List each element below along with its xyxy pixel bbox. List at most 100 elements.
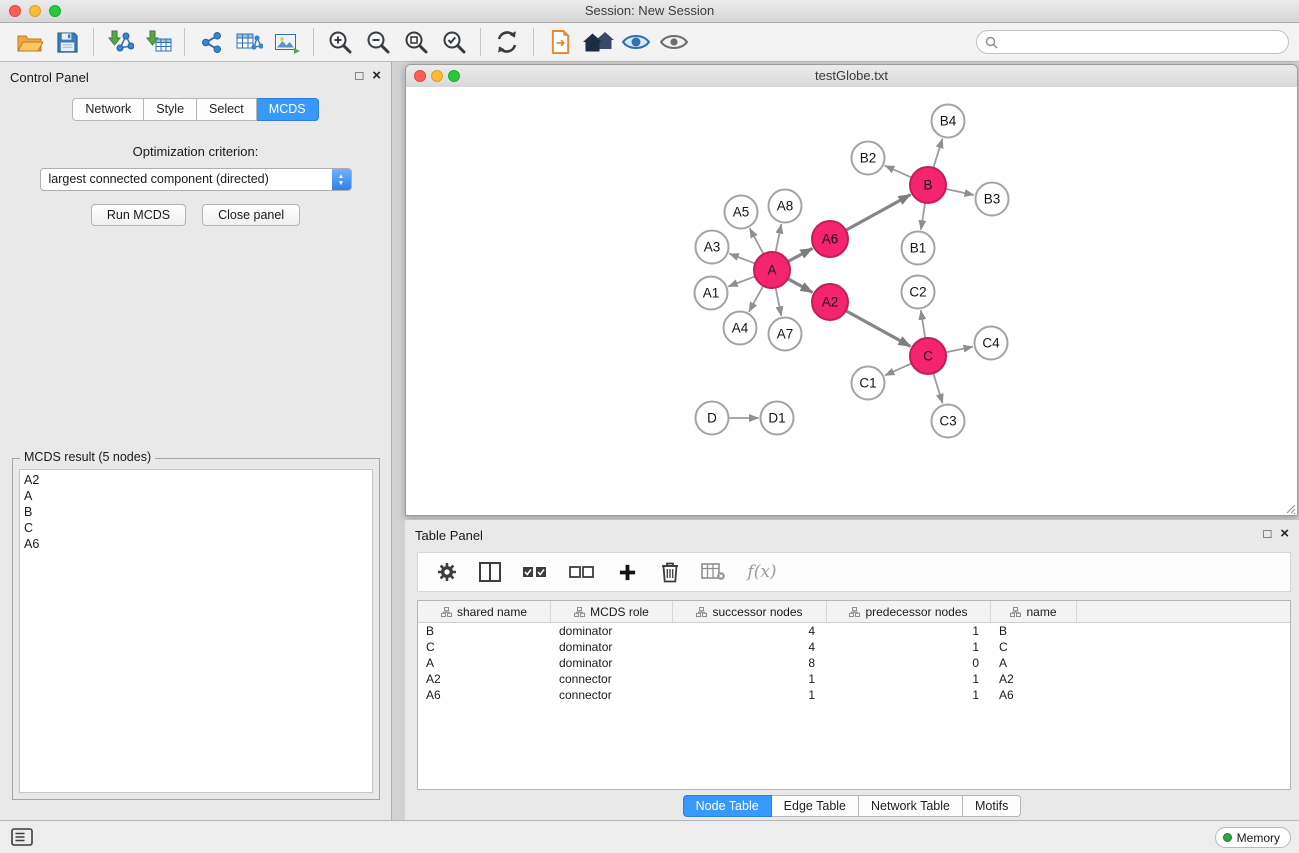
home-button[interactable]: [579, 26, 617, 58]
table-row[interactable]: A6connector11A6: [418, 687, 1290, 703]
new-network-button[interactable]: [192, 26, 230, 58]
tab-motifs[interactable]: Motifs: [963, 795, 1021, 817]
zoom-fit-button[interactable]: [397, 26, 435, 58]
table-row[interactable]: Adominator80A: [418, 655, 1290, 671]
import-table-button[interactable]: [139, 26, 177, 58]
tab-network[interactable]: Network: [72, 98, 144, 121]
export-image-button[interactable]: [268, 26, 306, 58]
edge-A-A2[interactable]: [788, 279, 813, 293]
edge-A-A4[interactable]: [749, 286, 763, 312]
network-graph[interactable]: A5 A8 A3 A1A4 A7 A A6 A2 B2 B4 B B3 B1 C2 C4 C C1 C3 D D1: [406, 87, 1297, 515]
criterion-select[interactable]: largest connected component (directed) ▲…: [40, 168, 352, 191]
save-session-button[interactable]: [48, 26, 86, 58]
edge-A-A1[interactable]: [728, 276, 755, 286]
table-settings-button[interactable]: [434, 559, 460, 585]
import-network-button[interactable]: [101, 26, 139, 58]
graph-node-D1[interactable]: D1: [761, 402, 794, 435]
close-panel-button[interactable]: Close panel: [202, 204, 300, 226]
result-item[interactable]: A2: [24, 472, 368, 488]
network-window-titlebar[interactable]: testGlobe.txt: [406, 65, 1297, 88]
edge-A6-B[interactable]: [846, 195, 911, 231]
graph-node-A6[interactable]: A6: [812, 221, 848, 257]
graph-node-D[interactable]: D: [696, 402, 729, 435]
deselect-all-button[interactable]: [567, 559, 597, 585]
show-hide-button[interactable]: [655, 26, 693, 58]
edge-B-B1[interactable]: [921, 203, 925, 230]
edge-B-B2[interactable]: [885, 166, 912, 178]
select-all-button[interactable]: [520, 559, 550, 585]
column-header-mcds-role[interactable]: MCDS role: [551, 601, 673, 622]
float-panel-icon[interactable]: □: [355, 69, 363, 82]
edge-C-C1[interactable]: [885, 363, 912, 375]
column-header-predecessor-nodes[interactable]: predecessor nodes: [827, 601, 991, 622]
result-item[interactable]: B: [24, 504, 368, 520]
graph-node-C[interactable]: C: [910, 338, 946, 374]
graph-node-A1[interactable]: A1: [695, 277, 728, 310]
graph-node-C2[interactable]: C2: [902, 276, 935, 309]
edge-A-A5[interactable]: [750, 228, 764, 254]
zoom-in-button[interactable]: [321, 26, 359, 58]
show-columns-button[interactable]: [477, 559, 503, 585]
column-header-shared-name[interactable]: shared name: [418, 601, 551, 622]
edge-C-C3[interactable]: [933, 373, 942, 403]
tab-node-table[interactable]: Node Table: [683, 795, 772, 817]
result-item[interactable]: A: [24, 488, 368, 504]
edge-A-A8[interactable]: [776, 224, 782, 252]
graph-node-B2[interactable]: B2: [852, 142, 885, 175]
edge-C-C4[interactable]: [946, 347, 973, 353]
zoom-selected-button[interactable]: [435, 26, 473, 58]
edge-B-B4[interactable]: [933, 139, 942, 168]
table-row[interactable]: A2connector11A2: [418, 671, 1290, 687]
show-panel-button[interactable]: [11, 828, 33, 846]
close-table-panel-icon[interactable]: ×: [1280, 527, 1289, 540]
resize-grip-icon[interactable]: [1284, 502, 1296, 514]
memory-button[interactable]: Memory: [1215, 827, 1291, 848]
table-row[interactable]: Cdominator41C: [418, 639, 1290, 655]
graph-node-B3[interactable]: B3: [976, 183, 1009, 216]
graph-node-A3[interactable]: A3: [696, 231, 729, 264]
graph-node-A5[interactable]: A5: [725, 196, 758, 229]
graph-node-A4[interactable]: A4: [724, 312, 757, 345]
graph-node-A[interactable]: A: [754, 252, 790, 288]
edge-A2-C[interactable]: [846, 311, 911, 347]
network-canvas[interactable]: A5 A8 A3 A1A4 A7 A A6 A2 B2 B4 B B3 B1 C2 C4 C C1 C3 D D1: [406, 87, 1297, 515]
edge-A-A7[interactable]: [776, 288, 782, 316]
delete-table-button[interactable]: [700, 559, 726, 585]
table-row[interactable]: Bdominator41B: [418, 623, 1290, 639]
delete-column-button[interactable]: [657, 559, 683, 585]
float-table-panel-icon[interactable]: □: [1263, 527, 1271, 540]
graph-node-B[interactable]: B: [910, 167, 946, 203]
close-panel-icon[interactable]: ×: [372, 69, 381, 82]
refresh-button[interactable]: [488, 26, 526, 58]
zoom-out-button[interactable]: [359, 26, 397, 58]
tab-network-table[interactable]: Network Table: [859, 795, 963, 817]
edge-A-A3[interactable]: [729, 254, 755, 264]
tab-select[interactable]: Select: [197, 98, 257, 121]
search-box[interactable]: [976, 30, 1289, 54]
tab-style[interactable]: Style: [144, 98, 197, 121]
function-builder-button[interactable]: f(x): [743, 559, 781, 585]
edge-C-C2[interactable]: [921, 310, 925, 338]
new-table-button[interactable]: [230, 26, 268, 58]
column-header-name[interactable]: name: [991, 601, 1077, 622]
search-input[interactable]: [1004, 34, 1280, 50]
graph-node-A7[interactable]: A7: [769, 318, 802, 351]
run-mcds-button[interactable]: Run MCDS: [91, 204, 186, 226]
graph-node-C4[interactable]: C4: [975, 327, 1008, 360]
graph-node-C1[interactable]: C1: [852, 367, 885, 400]
graph-node-C3[interactable]: C3: [932, 405, 965, 438]
graph-node-B1[interactable]: B1: [902, 232, 935, 265]
edge-B-B3[interactable]: [946, 189, 974, 195]
graph-node-B4[interactable]: B4: [932, 105, 965, 138]
edge-A-A6[interactable]: [788, 248, 812, 261]
open-session-button[interactable]: [10, 26, 48, 58]
style-button[interactable]: [617, 26, 655, 58]
tab-mcds[interactable]: MCDS: [257, 98, 319, 121]
result-item[interactable]: C: [24, 520, 368, 536]
column-header-successor-nodes[interactable]: successor nodes: [673, 601, 827, 622]
graph-node-A8[interactable]: A8: [769, 190, 802, 223]
add-column-button[interactable]: [614, 559, 640, 585]
graph-node-A2[interactable]: A2: [812, 284, 848, 320]
result-item[interactable]: A6: [24, 536, 368, 552]
tab-edge-table[interactable]: Edge Table: [772, 795, 859, 817]
